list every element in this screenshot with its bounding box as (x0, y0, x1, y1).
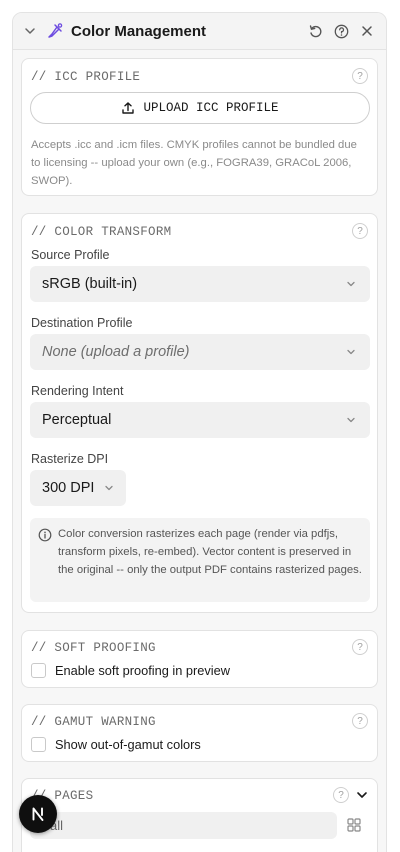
info-icon (38, 528, 52, 542)
upload-icc-profile-button[interactable]: UPLOAD ICC PROFILE (30, 92, 370, 124)
reset-icon[interactable] (304, 20, 326, 42)
upload-icon (122, 102, 135, 114)
soft-proofing-toggle[interactable]: Enable soft proofing in preview (31, 663, 230, 678)
chevron-down-icon (344, 277, 358, 291)
source-profile-label: Source Profile (31, 248, 110, 262)
rendering-intent-value: Perceptual (42, 412, 112, 428)
help-icon[interactable] (330, 20, 352, 42)
palette-brush-icon (45, 21, 65, 41)
gamut-warning-card: // GAMUT WARNING ? Show out-of-gamut col… (21, 704, 378, 762)
rendering-intent-select[interactable]: Perceptual (30, 402, 370, 438)
icc-profile-title: // ICC PROFILE (31, 70, 141, 84)
gamut-warning-title: // GAMUT WARNING (31, 715, 156, 729)
color-transform-title: // COLOR TRANSFORM (31, 225, 172, 239)
source-profile-value: sRGB (built-in) (42, 276, 138, 292)
destination-profile-select[interactable]: None (upload a profile) (30, 334, 370, 370)
nextjs-dev-badge[interactable] (19, 795, 57, 833)
color-conversion-info-text: Color conversion rasterizes each page (r… (58, 528, 362, 576)
grid-icon[interactable] (347, 818, 361, 832)
icc-profile-card: // ICC PROFILE ? UPLOAD ICC PROFILE Acce… (21, 58, 378, 196)
soft-proofing-checkbox[interactable] (31, 663, 46, 678)
rasterize-dpi-value: 300 DPI (42, 480, 95, 496)
destination-profile-label: Destination Profile (31, 316, 133, 330)
pages-help-icon[interactable]: ? (333, 787, 349, 803)
chevron-down-icon[interactable] (355, 788, 369, 802)
icc-profile-hint: Accepts .icc and .icm files. CMYK profil… (31, 139, 357, 187)
color-transform-help-icon[interactable]: ? (352, 223, 368, 239)
chevron-down-icon (102, 481, 116, 495)
soft-proofing-help-icon[interactable]: ? (352, 639, 368, 655)
color-conversion-info: Color conversion rasterizes each page (r… (30, 518, 370, 602)
color-transform-card: // COLOR TRANSFORM ? Source Profile sRGB… (21, 213, 378, 613)
pages-input[interactable]: all (30, 812, 337, 839)
chevron-down-icon[interactable] (21, 22, 39, 40)
upload-icc-profile-label: UPLOAD ICC PROFILE (143, 101, 279, 115)
panel-title: Color Management (71, 22, 207, 40)
icc-profile-help-icon[interactable]: ? (352, 68, 368, 84)
chevron-down-icon (344, 413, 358, 427)
source-profile-select[interactable]: sRGB (built-in) (30, 266, 370, 302)
nextjs-logo-icon (32, 807, 44, 821)
close-icon[interactable] (356, 20, 378, 42)
soft-proofing-title: // SOFT PROOFING (31, 641, 156, 655)
panel-header: Color Management (13, 13, 386, 50)
soft-proofing-checkbox-label: Enable soft proofing in preview (55, 663, 230, 678)
gamut-warning-help-icon[interactable]: ? (352, 713, 368, 729)
rendering-intent-label: Rendering Intent (31, 384, 124, 398)
soft-proofing-card: // SOFT PROOFING ? Enable soft proofing … (21, 630, 378, 688)
color-management-panel: Color Management // ICC PROFILE ? UPLOAD… (12, 12, 387, 852)
destination-profile-placeholder: None (upload a profile) (42, 344, 190, 360)
rasterize-dpi-label: Rasterize DPI (31, 452, 109, 466)
rasterize-dpi-select[interactable]: 300 DPI (30, 470, 126, 506)
gamut-warning-checkbox[interactable] (31, 737, 46, 752)
gamut-warning-toggle[interactable]: Show out-of-gamut colors (31, 737, 201, 752)
chevron-down-icon (344, 345, 358, 359)
gamut-warning-checkbox-label: Show out-of-gamut colors (55, 737, 201, 752)
